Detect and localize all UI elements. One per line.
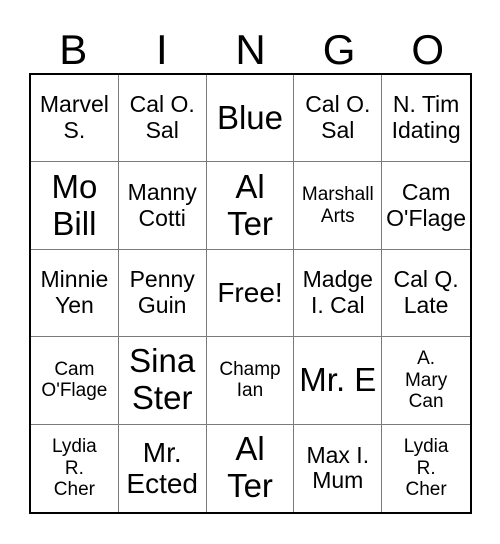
bingo-header-letter-i: I bbox=[156, 26, 168, 73]
bingo-header-cell-n: N bbox=[206, 17, 295, 73]
bingo-cell-label: Manny Cotti bbox=[127, 178, 197, 231]
bingo-cell-label: Mo Bill bbox=[51, 167, 98, 242]
bingo-cell-g1[interactable]: Cal O. Sal bbox=[294, 75, 383, 163]
bingo-cell-label: Cal Q. Late bbox=[393, 266, 459, 318]
bingo-cell-n1[interactable]: Blue bbox=[206, 75, 295, 163]
bingo-cell-g3[interactable]: Madge I. Cal bbox=[294, 249, 383, 338]
bingo-cell-label: Minnie Yen bbox=[40, 266, 109, 318]
bingo-cell-label: Marshall Arts bbox=[301, 184, 374, 227]
bingo-header-cell-b: B bbox=[29, 17, 118, 73]
bingo-header-letter-b: B bbox=[59, 26, 88, 73]
bingo-cell-label: Madge I. Cal bbox=[302, 266, 373, 318]
bingo-cell-i4[interactable]: Sina Ster bbox=[118, 337, 207, 425]
bingo-cell-label: Cam O'Flage bbox=[41, 359, 108, 402]
bingo-cell-label: Mr. Ected bbox=[126, 436, 198, 500]
bingo-cell-label: Free! bbox=[217, 277, 283, 309]
bingo-cell-g4[interactable]: Mr. E bbox=[294, 337, 383, 425]
bingo-cell-g2[interactable]: Marshall Arts bbox=[294, 162, 383, 250]
bingo-cell-label: Cam O'Flage bbox=[386, 178, 466, 231]
bingo-cell-label: Al Ter bbox=[227, 430, 273, 505]
bingo-cell-o5[interactable]: Lydia R. Cher bbox=[382, 425, 470, 512]
bingo-header-cell-g: G bbox=[295, 17, 384, 73]
bingo-cell-label: Cal O. Sal bbox=[129, 91, 195, 144]
bingo-cell-label: A. Mary Can bbox=[404, 348, 448, 413]
bingo-cell-o2[interactable]: Cam O'Flage bbox=[382, 162, 470, 250]
bingo-cell-n4[interactable]: Champ Ian bbox=[206, 337, 295, 425]
bingo-cell-i1[interactable]: Cal O. Sal bbox=[118, 75, 207, 163]
bingo-cell-n2[interactable]: Al Ter bbox=[206, 162, 295, 250]
bingo-header-letter-g: G bbox=[322, 26, 356, 73]
bingo-header-cell-o: O bbox=[383, 17, 472, 73]
bingo-cell-label: Lydia R. Cher bbox=[403, 436, 449, 500]
bingo-grid: Marvel S. Cal O. Sal Blue Cal O. Sal N. … bbox=[29, 73, 472, 514]
bingo-cell-n5[interactable]: Al Ter bbox=[207, 424, 295, 512]
bingo-header-cell-i: I bbox=[118, 17, 207, 73]
bingo-cell-b3[interactable]: Minnie Yen bbox=[31, 249, 119, 338]
bingo-cell-label: Cal O. Sal bbox=[305, 91, 371, 144]
bingo-cell-b2[interactable]: Mo Bill bbox=[31, 162, 119, 250]
bingo-cell-label: N. Tim Idating bbox=[391, 91, 461, 144]
bingo-header-letter-o: O bbox=[411, 26, 444, 73]
bingo-cell-label: Mr. E bbox=[299, 360, 377, 398]
bingo-cell-o4[interactable]: A. Mary Can bbox=[382, 337, 470, 425]
bingo-cell-o1[interactable]: N. Tim Idating bbox=[382, 75, 470, 163]
bingo-cell-label: Lydia R. Cher bbox=[52, 436, 97, 500]
bingo-cell-label: Marvel S. bbox=[39, 91, 109, 144]
bingo-cell-label: Sina Ster bbox=[129, 342, 196, 417]
bingo-card: B I N G O Marvel S. Cal O. Sal Blue Cal … bbox=[29, 17, 472, 515]
bingo-cell-label: Champ Ian bbox=[219, 359, 281, 402]
bingo-cell-label: Penny Guin bbox=[129, 266, 195, 318]
bingo-header-letter-n: N bbox=[235, 26, 266, 73]
bingo-cell-b4[interactable]: Cam O'Flage bbox=[31, 337, 119, 425]
bingo-cell-o3[interactable]: Cal Q. Late bbox=[382, 250, 470, 338]
bingo-cell-i3[interactable]: Penny Guin bbox=[118, 249, 207, 338]
bingo-cell-label: Al Ter bbox=[227, 167, 273, 242]
bingo-cell-b5[interactable]: Lydia R. Cher bbox=[31, 424, 119, 512]
bingo-cell-label: Blue bbox=[216, 98, 284, 136]
bingo-cell-i2[interactable]: Manny Cotti bbox=[118, 162, 207, 250]
bingo-cell-free-space[interactable]: Free! bbox=[206, 249, 295, 338]
bingo-cell-label: Max I. Mum bbox=[306, 441, 370, 494]
bingo-cell-b1[interactable]: Marvel S. bbox=[31, 75, 119, 163]
bingo-cell-i5[interactable]: Mr. Ected bbox=[119, 424, 207, 512]
bingo-cell-g5[interactable]: Max I. Mum bbox=[294, 424, 383, 512]
bingo-header-row: B I N G O bbox=[29, 17, 472, 73]
